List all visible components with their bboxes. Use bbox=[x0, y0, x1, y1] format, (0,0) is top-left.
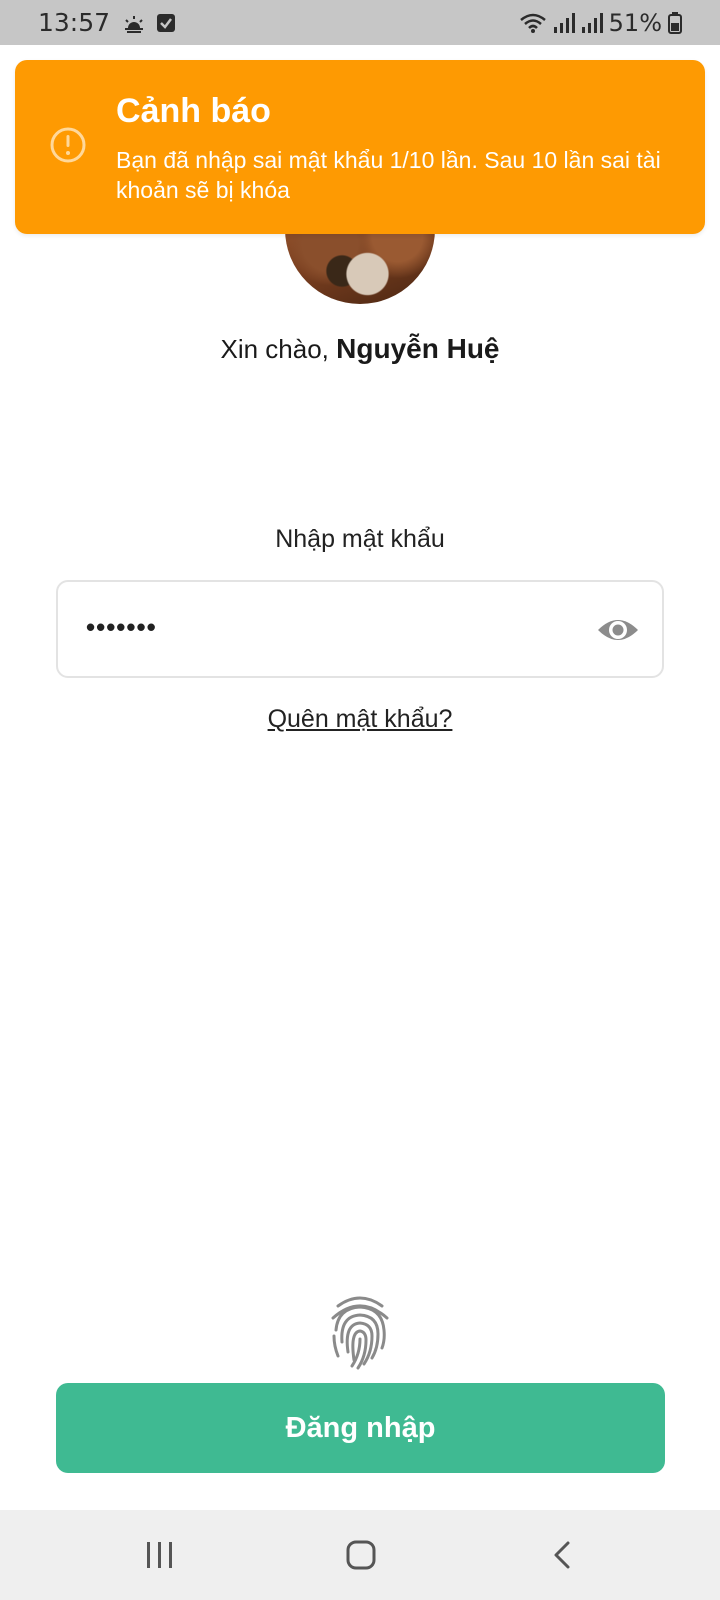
weather-icon bbox=[125, 15, 144, 33]
battery-icon bbox=[668, 11, 682, 34]
forgot-password-link[interactable]: Quên mật khẩu? bbox=[0, 705, 720, 734]
warning-icon bbox=[50, 127, 86, 163]
status-right: 51% bbox=[519, 9, 682, 37]
login-button[interactable]: Đăng nhập bbox=[56, 1383, 665, 1473]
greeting-prefix: Xin chào, bbox=[220, 334, 337, 364]
back-icon[interactable] bbox=[552, 1540, 572, 1570]
status-bar: 13:57 51% bbox=[0, 0, 720, 45]
wifi-icon bbox=[519, 13, 546, 33]
battery-percentage: 51% bbox=[608, 8, 662, 37]
password-label: Nhập mật khẩu bbox=[275, 525, 445, 553]
status-left-icons bbox=[122, 13, 176, 33]
fingerprint-icon[interactable] bbox=[328, 1294, 392, 1372]
toast-message: Bạn đã nhập sai mật khẩu 1/10 lần. Sau 1… bbox=[116, 147, 661, 203]
checkbox-notification-icon bbox=[157, 13, 176, 32]
user-name: Nguyễn Huệ bbox=[336, 333, 500, 364]
greeting: Xin chào, Nguyễn Huệ bbox=[0, 333, 720, 365]
warning-toast[interactable]: Cảnh báo Bạn đã nhập sai mật khẩu 1/10 l… bbox=[15, 60, 705, 234]
password-field[interactable]: ••••••• bbox=[56, 580, 664, 678]
eye-icon[interactable] bbox=[596, 612, 640, 648]
signal-icon bbox=[581, 12, 603, 33]
navigation-bar bbox=[0, 1510, 720, 1600]
recents-icon[interactable] bbox=[145, 1540, 175, 1570]
toast-title: Cảnh báo bbox=[116, 92, 271, 130]
password-value: ••••••• bbox=[86, 612, 157, 642]
status-time: 13:57 bbox=[38, 8, 111, 37]
signal-icon bbox=[553, 12, 575, 33]
home-icon[interactable] bbox=[346, 1540, 376, 1570]
